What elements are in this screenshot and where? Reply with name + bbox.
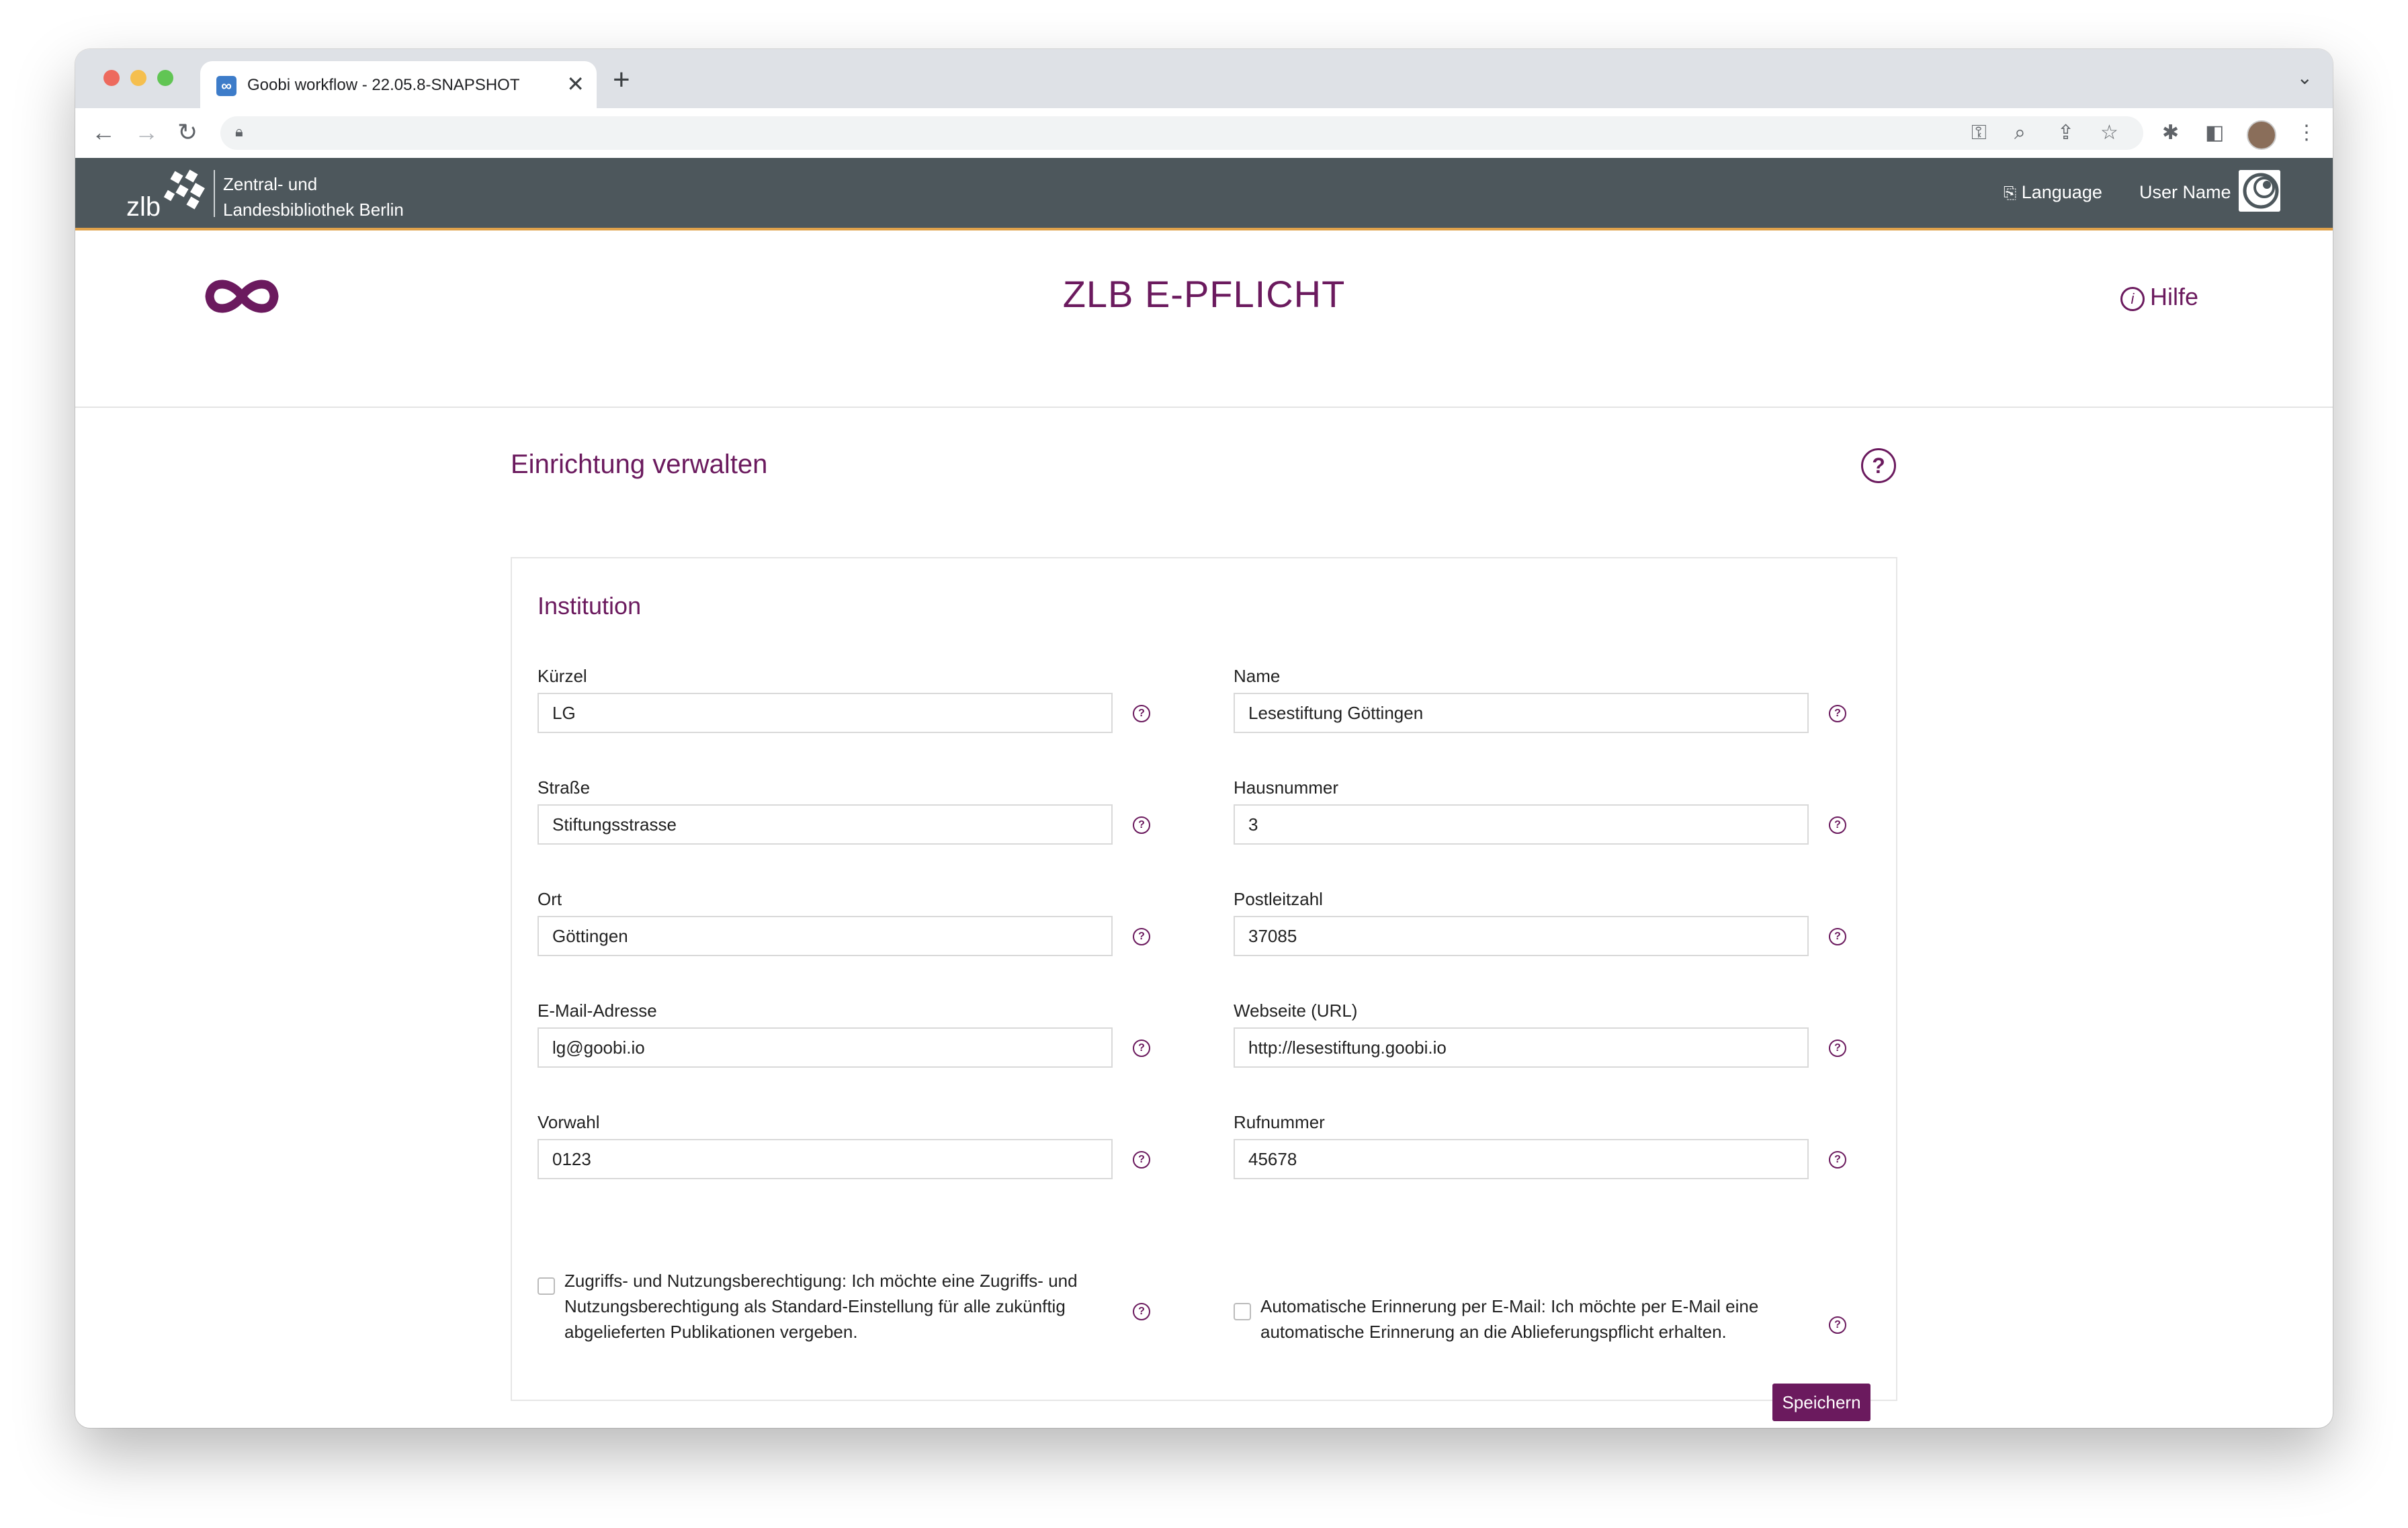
browser-tab[interactable]: ∞ Goobi workflow - 22.05.8-SNAPSHOT ✕	[200, 61, 597, 108]
language-label: Language	[2021, 182, 2102, 202]
kuerzel-input[interactable]	[538, 693, 1113, 733]
field-label-kuerzel: Kürzel	[538, 666, 587, 686]
field-label-strasse: Straße	[538, 777, 591, 798]
translate-icon: ⎘	[2004, 184, 2017, 202]
card-title: Institution	[538, 592, 642, 620]
browser-window: ∞ Goobi workflow - 22.05.8-SNAPSHOT ✕ + …	[75, 49, 2333, 1428]
page-title: ZLB E-PFLICHT	[1062, 273, 1346, 315]
section-title: Einrichtung verwalten	[511, 450, 768, 479]
email-reminder-checkbox[interactable]	[1234, 1303, 1251, 1320]
field-label-name: Name	[1234, 666, 1281, 686]
strasse-input[interactable]	[538, 804, 1113, 845]
name-input[interactable]	[1234, 693, 1809, 733]
institution-form-card: Institution Kürzel ? Name ? Straße ? Hau…	[511, 557, 1897, 1421]
ort-help-icon[interactable]: ?	[1133, 928, 1150, 945]
tab-strip: ∞ Goobi workflow - 22.05.8-SNAPSHOT ✕ + …	[75, 49, 2333, 108]
field-label-webseite: Webseite (URL)	[1234, 1001, 1358, 1021]
field-label-email: E-Mail-Adresse	[538, 1001, 657, 1021]
user-avatar[interactable]	[2239, 170, 2280, 212]
user-menu[interactable]: User Name	[2139, 182, 2231, 203]
app-header: zlb Zentral- und Landesbibliothek Berlin…	[75, 158, 2333, 230]
postleitzahl-help-icon[interactable]: ?	[1829, 928, 1846, 945]
field-label-ort: Ort	[538, 889, 562, 909]
side-panel-icon[interactable]: ◧	[2205, 122, 2224, 144]
key-icon[interactable]: ⚿	[1971, 122, 1987, 144]
close-window-button[interactable]	[103, 70, 120, 86]
webseite-help-icon[interactable]: ?	[1829, 1039, 1846, 1057]
field-label-vorwahl: Vorwahl	[538, 1112, 600, 1132]
kuerzel-help-icon[interactable]: ?	[1133, 705, 1150, 722]
email-reminder-label-line1: Automatische Erinnerung per E-Mail: Ich …	[1260, 1296, 1759, 1316]
new-tab-button[interactable]: +	[613, 65, 630, 95]
tab-search-chevron-icon[interactable]: ⌄	[2297, 67, 2313, 89]
page-header: ZLB E-PFLICHT i Hilfe	[75, 230, 2333, 408]
rufnummer-help-icon[interactable]: ?	[1829, 1151, 1846, 1169]
access-rights-label-line2: Nutzungsberechtigung als Standard-Einste…	[564, 1296, 1066, 1316]
help-label: Hilfe	[2150, 283, 2199, 310]
rufnummer-input[interactable]	[1234, 1139, 1809, 1179]
tab-close-icon[interactable]: ✕	[566, 71, 585, 97]
zlb-logo[interactable]: zlb	[125, 167, 206, 221]
hausnummer-input[interactable]	[1234, 804, 1809, 845]
access-rights-label-line3: abgelieferten Publikationen vergeben.	[564, 1322, 858, 1342]
zlb-logo-text: zlb	[126, 192, 161, 221]
save-button[interactable]: Speichern	[1772, 1384, 1870, 1421]
address-bar[interactable]: 🔒︎ ⚿ ⌕ ⇪ ☆	[220, 116, 2143, 150]
bookmark-star-icon[interactable]: ☆	[2100, 122, 2118, 144]
ort-input[interactable]	[538, 916, 1113, 956]
vorwahl-input[interactable]	[538, 1139, 1113, 1179]
access-rights-help-icon[interactable]: ?	[1133, 1303, 1150, 1320]
goobi-favicon-icon: ∞	[216, 76, 236, 96]
hausnummer-help-icon[interactable]: ?	[1829, 816, 1846, 834]
info-icon: i	[2120, 287, 2145, 311]
vorwahl-help-icon[interactable]: ?	[1133, 1151, 1150, 1169]
share-icon[interactable]: ⇪	[2057, 122, 2074, 144]
profile-avatar[interactable]	[2247, 120, 2276, 150]
lock-icon[interactable]: 🔒︎	[235, 123, 243, 140]
field-label-postleitzahl: Postleitzahl	[1234, 889, 1323, 909]
access-rights-label-line1: Zugriffs- und Nutzungsberechtigung: Ich …	[564, 1271, 1078, 1291]
back-arrow-icon[interactable]: ←	[91, 118, 116, 147]
email-reminder-help-icon[interactable]: ?	[1829, 1316, 1846, 1334]
postleitzahl-input[interactable]	[1234, 916, 1809, 956]
webseite-input[interactable]	[1234, 1027, 1809, 1068]
field-label-hausnummer: Hausnummer	[1234, 777, 1339, 798]
zoom-icon[interactable]: ⌕	[2014, 122, 2026, 144]
access-rights-checkbox[interactable]	[538, 1277, 555, 1295]
section-help-icon[interactable]: ?	[1861, 448, 1896, 483]
name-help-icon[interactable]: ?	[1829, 705, 1846, 722]
field-label-rufnummer: Rufnummer	[1234, 1112, 1325, 1132]
email-help-icon[interactable]: ?	[1133, 1039, 1150, 1057]
institution-name-line1: Zentral- und	[223, 174, 318, 194]
language-menu[interactable]: ⎘ Language	[2004, 182, 2102, 203]
reload-icon[interactable]: ↻	[177, 118, 198, 147]
tab-title: Goobi workflow - 22.05.8-SNAPSHOT	[247, 76, 520, 94]
email-reminder-label[interactable]: Automatische Erinnerung per E-Mail: Ich …	[1260, 1293, 1758, 1345]
logo-divider	[214, 170, 215, 217]
institution-name: Zentral- und Landesbibliothek Berlin	[223, 171, 404, 222]
institution-name-line2: Landesbibliothek Berlin	[223, 200, 404, 220]
maximize-window-button[interactable]	[157, 70, 173, 86]
help-link[interactable]: i Hilfe	[2120, 283, 2198, 311]
more-menu-icon[interactable]: ⋮	[2296, 122, 2317, 144]
email-input[interactable]	[538, 1027, 1113, 1068]
strasse-help-icon[interactable]: ?	[1133, 816, 1150, 834]
minimize-window-button[interactable]	[130, 70, 146, 86]
browser-toolbar: ← → ↻ 🔒︎ ⚿ ⌕ ⇪ ☆ ✱ ◧ ⋮	[75, 108, 2333, 159]
email-reminder-label-line2: automatische Erinnerung an die Ablieferu…	[1260, 1322, 1727, 1342]
extensions-puzzle-icon[interactable]: ✱	[2162, 122, 2179, 144]
access-rights-label[interactable]: Zugriffs- und Nutzungsberechtigung: Ich …	[564, 1268, 1078, 1345]
forward-arrow-icon[interactable]: →	[134, 118, 159, 147]
